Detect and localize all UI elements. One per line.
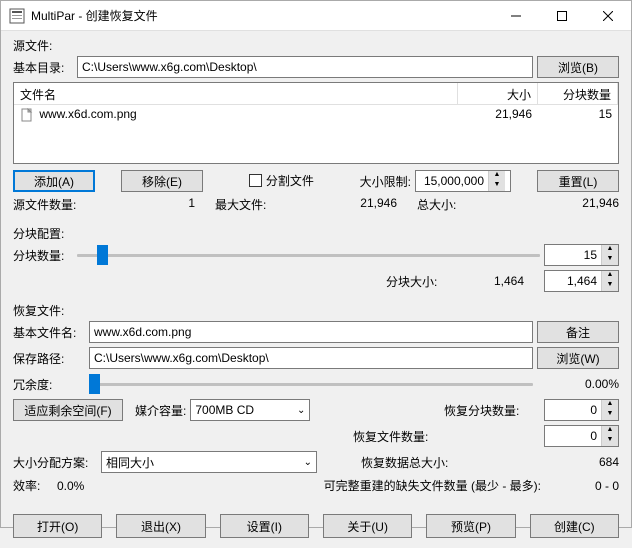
chevron-down-icon: ⌄ — [297, 405, 305, 416]
spin-down-icon[interactable]: ▼ — [602, 436, 618, 446]
stat-max-label: 最大文件: — [215, 196, 289, 213]
media-select[interactable]: 700MB CD⌄ — [190, 399, 310, 421]
spin-up-icon[interactable]: ▲ — [489, 171, 505, 181]
block-size-label: 分块大小: — [386, 273, 446, 290]
spin-down-icon[interactable]: ▼ — [602, 255, 618, 265]
window-title: MultiPar - 创建恢复文件 — [31, 7, 493, 24]
media-label: 媒介容量: — [135, 402, 186, 419]
rec-total-label: 恢复数据总大小: — [361, 454, 471, 471]
rec-block-spinner[interactable]: ▲▼ — [544, 399, 619, 421]
base-dir-input[interactable] — [77, 56, 533, 78]
spin-down-icon[interactable]: ▼ — [602, 281, 618, 291]
reset-button[interactable]: 重置(L) — [537, 170, 619, 192]
redundancy-label: 冗余度: — [13, 376, 85, 393]
close-button[interactable] — [585, 1, 631, 31]
note-button[interactable]: 备注 — [537, 321, 619, 343]
size-limit-label: 大小限制: — [360, 173, 411, 190]
list-item[interactable]: www.x6d.com.png 21,946 15 — [14, 105, 618, 125]
file-blocks: 15 — [538, 105, 618, 125]
browse-base-button[interactable]: 浏览(B) — [537, 56, 619, 78]
save-path-label: 保存路径: — [13, 350, 85, 367]
split-checkbox[interactable] — [249, 174, 262, 187]
efficiency-label: 效率: — [13, 477, 53, 494]
minimize-button[interactable] — [493, 1, 539, 31]
preview-button[interactable]: 预览(P) — [426, 514, 515, 538]
stat-count-label: 源文件数量: — [13, 196, 87, 213]
spin-up-icon[interactable]: ▲ — [602, 245, 618, 255]
options-button[interactable]: 设置(I) — [220, 514, 309, 538]
source-header: 源文件: — [13, 37, 619, 54]
rebuild-label: 可完整重建的缺失文件数量 (最少 - 最多): — [324, 479, 541, 493]
scheme-select[interactable]: 相同大小⌄ — [101, 451, 317, 473]
maximize-button[interactable] — [539, 1, 585, 31]
stat-max-value: 21,946 — [289, 196, 417, 213]
remove-button[interactable]: 移除(E) — [121, 170, 203, 192]
spin-down-icon[interactable]: ▼ — [489, 181, 505, 191]
recovery-header: 恢复文件: — [13, 302, 619, 319]
chevron-down-icon: ⌄ — [304, 457, 312, 468]
app-icon — [9, 8, 25, 24]
block-count-label: 分块数量: — [13, 247, 73, 264]
browse-save-button[interactable]: 浏览(W) — [537, 347, 619, 369]
col-filename[interactable]: 文件名 — [14, 83, 458, 104]
stat-total-value: 21,946 — [491, 196, 619, 213]
fit-free-button[interactable]: 适应剩余空间(F) — [13, 399, 123, 421]
save-path-input[interactable] — [89, 347, 533, 369]
redundancy-pct: 0.00% — [537, 377, 619, 391]
block-size-value: 1,464 — [450, 274, 540, 288]
open-button[interactable]: 打开(O) — [13, 514, 102, 538]
exit-button[interactable]: 退出(X) — [116, 514, 205, 538]
base-filename-input[interactable] — [89, 321, 533, 343]
base-dir-label: 基本目录: — [13, 59, 73, 76]
redundancy-slider[interactable] — [89, 373, 533, 395]
rec-file-label: 恢复文件数量: — [353, 428, 449, 445]
file-size: 21,946 — [458, 105, 538, 125]
spin-down-icon[interactable]: ▼ — [602, 410, 618, 420]
block-count-slider[interactable] — [77, 244, 540, 266]
add-button[interactable]: 添加(A) — [13, 170, 95, 192]
block-header: 分块配置: — [13, 225, 619, 242]
col-size[interactable]: 大小 — [458, 83, 538, 104]
rec-file-spinner[interactable]: ▲▼ — [544, 425, 619, 447]
spin-up-icon[interactable]: ▲ — [602, 400, 618, 410]
spin-up-icon[interactable]: ▲ — [602, 426, 618, 436]
file-name: www.x6d.com.png — [39, 107, 136, 121]
block-count-spinner[interactable]: ▲▼ — [544, 244, 619, 266]
rec-block-label: 恢复分块数量: — [444, 402, 540, 419]
rebuild-value: 0 - 0 — [545, 479, 619, 493]
scheme-label: 大小分配方案: — [13, 454, 97, 471]
file-icon — [20, 108, 34, 122]
col-blocks[interactable]: 分块数量 — [538, 83, 618, 104]
size-limit-spinner[interactable]: ▲▼ — [415, 170, 511, 192]
file-listview[interactable]: 文件名 大小 分块数量 www.x6d.com.png 21,946 15 — [13, 82, 619, 164]
spin-up-icon[interactable]: ▲ — [602, 271, 618, 281]
about-button[interactable]: 关于(U) — [323, 514, 412, 538]
block-size-spinner[interactable]: ▲▼ — [544, 270, 619, 292]
base-filename-label: 基本文件名: — [13, 324, 85, 341]
split-label: 分割文件 — [266, 172, 314, 189]
stat-total-label: 总大小: — [417, 196, 491, 213]
create-button[interactable]: 创建(C) — [530, 514, 619, 538]
rec-total-value: 684 — [475, 455, 619, 469]
efficiency-value: 0.0% — [57, 479, 117, 493]
stat-count-value: 1 — [87, 196, 215, 213]
